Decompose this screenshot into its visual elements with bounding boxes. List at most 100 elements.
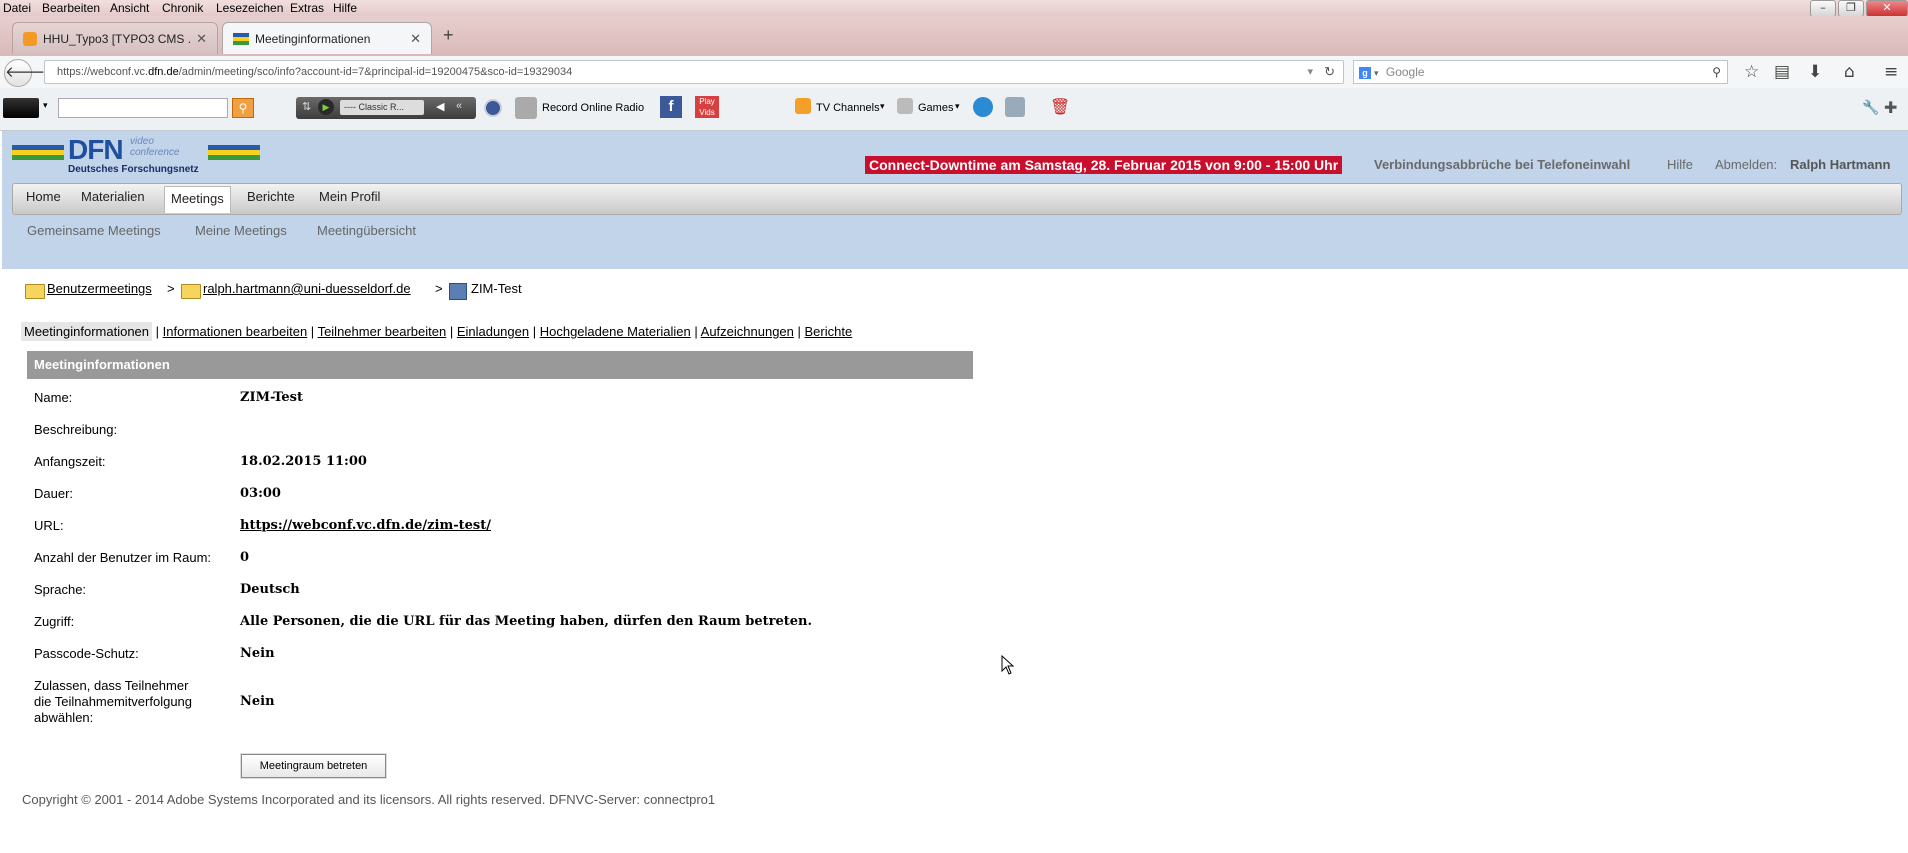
download-icon[interactable]: ⬇: [1808, 62, 1822, 82]
breadcrumb-current: ZIM-Test: [471, 281, 522, 296]
logo-subtext: video: [130, 136, 154, 147]
wrench-icon[interactable]: 🔧: [1862, 99, 1879, 116]
bookmarks-list-icon[interactable]: ▤: [1774, 62, 1790, 82]
reload-icon[interactable]: ↻: [1324, 61, 1335, 83]
meeting-room-icon: [449, 283, 467, 300]
folder-icon: [25, 284, 45, 299]
value-passcode-schutz: Nein: [240, 646, 275, 661]
search-input[interactable]: g ▾ Google ⚲: [1353, 60, 1728, 84]
chevron-down-icon[interactable]: ▾: [955, 101, 960, 112]
breadcrumb-separator: >: [435, 281, 443, 296]
search-icon[interactable]: ⚲: [1712, 61, 1721, 83]
collapse-icon[interactable]: «: [456, 100, 462, 112]
tv-icon: [795, 98, 811, 114]
value-name: ZIM-Test: [240, 390, 303, 405]
chevron-down-icon[interactable]: ▾: [43, 100, 48, 111]
toolbar-search-icon[interactable]: ⚲: [232, 98, 254, 118]
radio-dial-icon[interactable]: [484, 99, 502, 117]
chat-bubble-icon[interactable]: [973, 97, 993, 117]
games-button[interactable]: Games: [918, 102, 953, 114]
close-tab-icon[interactable]: ✕: [196, 31, 207, 47]
gift-icon[interactable]: 🗑: [1050, 97, 1070, 117]
tab-berichte[interactable]: Berichte: [805, 324, 853, 339]
radio-player: ⇅ ▶ ---- Classic R... ◀ «: [296, 97, 476, 119]
meeting-url-link[interactable]: https://webconf.vc.dfn.de/zim-test/: [240, 518, 491, 533]
typo3-favicon-icon: [23, 31, 37, 46]
google-icon: g: [1359, 66, 1371, 79]
tab-aufzeichnungen[interactable]: Aufzeichnungen: [701, 324, 794, 339]
breadcrumb-user-folder[interactable]: ralph.hartmann@uni-duesseldorf.de: [203, 281, 411, 296]
url-prefix: https://webconf.vc.: [57, 66, 149, 78]
browser-tab-hhu[interactable]: HHU_Typo3 [TYPO3 CMS ... ✕: [12, 22, 218, 54]
radio-toggle-icon[interactable]: ⇅: [302, 100, 311, 113]
menu-chronik[interactable]: Chronik: [162, 1, 203, 15]
value-teilnahmemitverfolgung: Nein: [240, 694, 275, 709]
url-bar[interactable]: https://webconf.vc.dfn.de/admin/meeting/…: [44, 60, 1344, 84]
tab-einladungen[interactable]: Einladungen: [457, 324, 529, 339]
subnav-meetinguebersicht[interactable]: Meetingübersicht: [317, 223, 416, 238]
nav-materialien[interactable]: Materialien: [81, 189, 145, 204]
menu-bearbeiten[interactable]: Bearbeiten: [42, 1, 100, 15]
value-sprache: Deutsch: [240, 582, 300, 597]
breadcrumb-benutzermeetings[interactable]: Benutzermeetings: [47, 281, 152, 296]
nav-berichte[interactable]: Berichte: [247, 189, 295, 204]
chevron-down-icon[interactable]: ▾: [880, 101, 885, 112]
home-icon[interactable]: ⌂: [1844, 62, 1855, 82]
add-icon[interactable]: ✚: [1884, 98, 1897, 118]
label-anzahl-benutzer: Anzahl der Benutzer im Raum:: [34, 550, 212, 565]
menu-lesezeichen[interactable]: Lesezeichen: [216, 1, 283, 15]
play-icon[interactable]: ▶: [318, 99, 334, 115]
record-radio-button[interactable]: Record Online Radio: [542, 102, 644, 114]
globe-icon[interactable]: [1005, 97, 1025, 117]
menu-hamburger-icon[interactable]: ≡: [1884, 62, 1898, 82]
subnav-meine-meetings[interactable]: Meine Meetings: [195, 223, 287, 238]
new-tab-button[interactable]: +: [443, 25, 454, 46]
tab-hochgeladene-materialien[interactable]: Hochgeladene Materialien: [540, 324, 691, 339]
browser-tab-meetinginformationen[interactable]: Meetinginformationen ✕: [222, 22, 432, 54]
phone-disconnect-link[interactable]: Verbindungsabbrüche bei Telefoneinwahl: [1374, 157, 1630, 172]
downtime-banner[interactable]: Connect-Downtime am Samstag, 28. Februar…: [865, 156, 1343, 174]
help-link[interactable]: Hilfe: [1667, 157, 1693, 172]
url-dropdown-icon[interactable]: ▾: [1307, 61, 1313, 83]
microphone-icon: [515, 97, 537, 119]
maximize-icon[interactable]: ❐: [1838, 0, 1864, 17]
tv-channels-button[interactable]: TV Channels: [816, 102, 880, 114]
tab-teilnehmer-bearbeiten[interactable]: Teilnehmer bearbeiten: [318, 324, 447, 339]
minimize-icon[interactable]: –: [1810, 0, 1836, 17]
close-tab-icon[interactable]: ✕: [410, 31, 421, 47]
menu-extras[interactable]: Extras: [290, 1, 324, 15]
subnav-gemeinsame-meetings[interactable]: Gemeinsame Meetings: [27, 223, 161, 238]
bookmark-star-icon[interactable]: ☆: [1744, 62, 1759, 82]
nav-meetings[interactable]: Meetings: [164, 186, 231, 213]
tab-informationen-bearbeiten[interactable]: Informationen bearbeiten: [163, 324, 308, 339]
menu-ansicht[interactable]: Ansicht: [110, 1, 149, 15]
addon-toolbar: ▾ ⚲ ⇅ ▶ ---- Classic R... ◀ « Record Onl…: [0, 88, 1908, 131]
dfn-logo[interactable]: DFN video conference Deutsches Forschung…: [12, 134, 262, 180]
logout-link[interactable]: Abmelden:: [1715, 157, 1777, 172]
menu-hilfe[interactable]: Hilfe: [333, 1, 357, 15]
logo-text: DFN: [68, 134, 124, 165]
label-passcode-schutz: Passcode-Schutz:: [34, 646, 139, 661]
games-icon: [897, 98, 913, 114]
playvids-icon[interactable]: Play Vids: [695, 96, 719, 118]
nav-mein-profil[interactable]: Mein Profil: [319, 189, 380, 204]
tab-meetinginformationen[interactable]: Meetinginformationen: [21, 322, 153, 341]
toolbar-logo-icon[interactable]: [3, 98, 39, 118]
value-anfangszeit: 18.02.2015 11:00: [240, 454, 367, 469]
toolbar-search-input[interactable]: [58, 98, 228, 118]
menu-bar: Datei Bearbeiten Ansicht Chronik Lesezei…: [0, 0, 1908, 17]
close-window-icon[interactable]: ✕: [1866, 0, 1908, 17]
facebook-icon[interactable]: f: [660, 96, 682, 118]
back-button[interactable]: 🡐: [4, 59, 45, 87]
nav-home[interactable]: Home: [26, 189, 61, 204]
menu-datei[interactable]: Datei: [3, 1, 31, 15]
radio-station-select[interactable]: ---- Classic R...: [340, 100, 424, 115]
enter-meeting-room-button[interactable]: Meetingraum betreten: [241, 754, 386, 778]
volume-icon[interactable]: ◀: [436, 100, 444, 113]
label-beschreibung: Beschreibung:: [34, 422, 118, 437]
value-dauer: 03:00: [240, 486, 281, 501]
label-dauer: Dauer:: [34, 486, 74, 501]
navigation-bar: 🡐 https://webconf.vc.dfn.de/admin/meetin…: [0, 56, 1908, 89]
user-name: Ralph Hartmann: [1790, 157, 1891, 172]
panel-title: Meetinginformationen: [27, 351, 973, 379]
